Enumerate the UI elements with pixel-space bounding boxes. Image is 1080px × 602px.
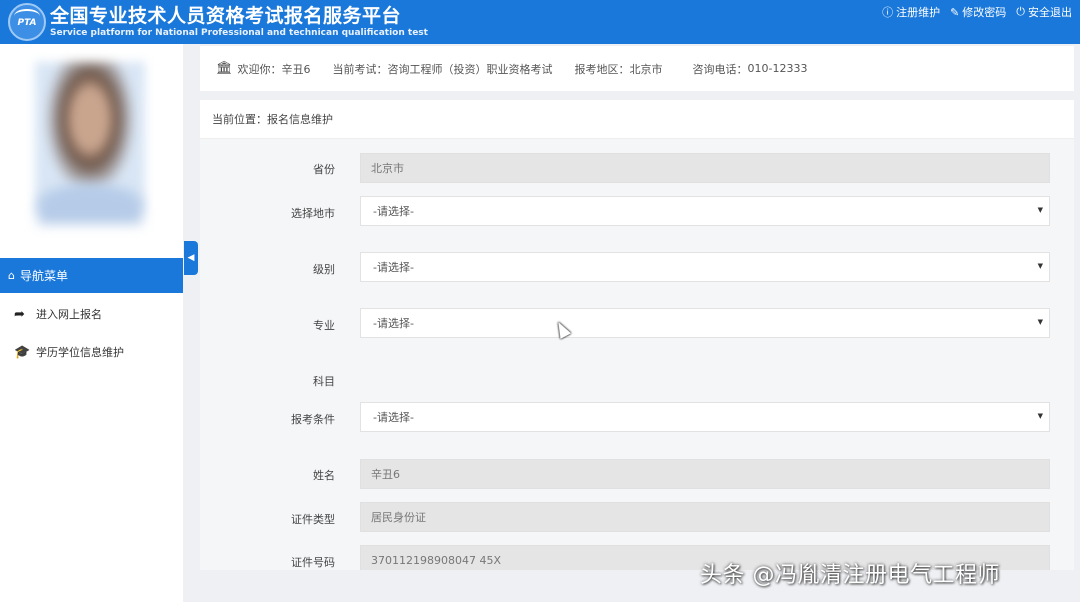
power-icon: ⏻ [1016, 5, 1025, 18]
user-info-bar: 🏛 欢迎你： 辛丑6 当前考试： 咨询工程师（投资）职业资格考试 报考地区： 北… [200, 46, 1074, 91]
caret-down-icon: ▼ [1037, 318, 1043, 326]
level-select[interactable]: -请选择- ▼ [360, 252, 1050, 282]
graduation-cap-icon: 🎓 [14, 344, 31, 360]
bank-icon: 🏛 [216, 61, 233, 76]
header-links: ⓘ 注册维护 ✎ 修改密码 ⏻ 安全退出 [882, 4, 1072, 20]
user-photo-shoulders [38, 184, 142, 224]
consult-phone: 010-12333 [747, 62, 808, 75]
city-select[interactable]: -请选择- ▼ [360, 196, 1050, 226]
home-icon: ⌂ [8, 269, 15, 282]
name-field: 辛丑6 [360, 459, 1050, 489]
logout-link[interactable]: ⏻ 安全退出 [1016, 4, 1072, 20]
registration-panel: 当前位置：报名信息维护 省份 北京市 选择地市 -请选择- ▼ 级别 -请选择-… [200, 100, 1074, 570]
chevron-left-icon: ◀ [187, 253, 195, 263]
top-header: PTA 全国专业技术人员资格考试报名服务平台 Service platform … [0, 0, 1080, 44]
id-type-field: 居民身份证 [360, 502, 1050, 532]
sidebar-item-online-registration[interactable]: ➦ 进入网上报名 [0, 299, 183, 329]
province-field: 北京市 [360, 153, 1050, 183]
name-label: 姓名 [313, 469, 335, 482]
share-arrow-icon: ➦ [14, 306, 25, 322]
caret-down-icon: ▼ [1037, 262, 1043, 270]
username: 辛丑6 [281, 62, 311, 76]
watermark: 头条 @冯胤清注册电气工程师 [700, 563, 1000, 588]
level-label: 级别 [313, 263, 335, 276]
registration-form: 省份 北京市 选择地市 -请选择- ▼ 级别 -请选择- ▼ 专业 -请选择- … [200, 139, 1074, 570]
id-type-label: 证件类型 [291, 513, 335, 526]
platform-subtitle: Service platform for National Profession… [50, 28, 428, 38]
nav-menu-header[interactable]: ⌂ 导航菜单 [0, 258, 183, 293]
province-label: 省份 [313, 163, 335, 176]
info-icon: ⓘ [882, 6, 894, 19]
subject-label: 科目 [313, 375, 335, 388]
exam-region: 北京市 [629, 62, 663, 76]
city-label: 选择地市 [291, 207, 335, 220]
pta-logo: PTA [8, 3, 46, 41]
platform-title: 全国专业技术人员资格考试报名服务平台 [50, 5, 402, 27]
caret-down-icon: ▼ [1037, 412, 1043, 420]
register-maintain-link[interactable]: ⓘ 注册维护 [882, 4, 940, 20]
edit-icon: ✎ [950, 5, 960, 19]
sidebar: ⌂ 导航菜单 ➦ 进入网上报名 🎓 学历学位信息维护 [0, 44, 183, 602]
sidebar-collapse-toggle[interactable]: ◀ [184, 241, 198, 275]
sidebar-item-degree-info[interactable]: 🎓 学历学位信息维护 [0, 337, 183, 367]
current-exam: 咨询工程师（投资）职业资格考试 [387, 62, 553, 76]
caret-down-icon: ▼ [1037, 206, 1043, 214]
major-select[interactable]: -请选择- ▼ [360, 308, 1050, 338]
id-number-label: 证件号码 [291, 556, 335, 569]
condition-label: 报考条件 [291, 413, 335, 426]
condition-select[interactable]: -请选择- ▼ [360, 402, 1050, 432]
change-password-link[interactable]: ✎ 修改密码 [950, 4, 1006, 20]
breadcrumb: 当前位置：报名信息维护 [200, 100, 1074, 139]
major-label: 专业 [313, 319, 335, 332]
